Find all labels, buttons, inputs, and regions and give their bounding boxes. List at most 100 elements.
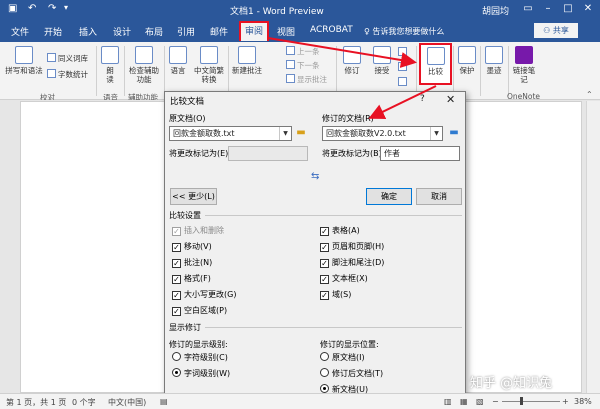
document-page[interactable] <box>452 101 582 393</box>
document-page[interactable] <box>20 101 172 393</box>
reject-icon <box>398 47 407 56</box>
setting-checkbox-right-3[interactable]: ✓ 文本框(X) <box>320 273 368 284</box>
thesaurus-button[interactable]: 同义词库 <box>47 53 88 64</box>
setting-checkbox-left-3[interactable]: ✓ 格式(F) <box>172 273 211 284</box>
location-radio-1[interactable]: 修订后文档(T) <box>320 368 383 379</box>
page-count[interactable]: 第 1 页，共 1 页 <box>6 397 66 408</box>
level-radio-0[interactable]: 字符级别(C) <box>172 352 228 363</box>
tab-references[interactable]: 引用 <box>177 25 195 38</box>
show-comments-icon <box>286 74 295 83</box>
prev-change-button[interactable] <box>398 62 409 72</box>
ribbon-display-icon[interactable]: ▭ <box>520 2 536 16</box>
tab-insert[interactable]: 插入 <box>79 25 97 38</box>
qat-dropdown-icon[interactable]: ▾ <box>64 3 68 12</box>
maximize-icon[interactable]: □ <box>560 2 576 16</box>
linked-notes-button[interactable]: 链接笔记 <box>510 46 538 84</box>
collapse-ribbon-icon[interactable]: ⌃ <box>586 90 593 99</box>
less-button[interactable]: << 更少(L) <box>170 188 217 205</box>
zoom-slider-thumb[interactable] <box>520 397 523 405</box>
redo-icon[interactable]: ↷ <box>48 3 56 14</box>
setting-checkbox-left-0[interactable]: ✓ 插入和删除 <box>172 225 224 236</box>
share-button[interactable]: ⚇ 共享 <box>534 23 578 38</box>
tab-mailings[interactable]: 邮件 <box>210 25 228 38</box>
reject-button[interactable] <box>398 47 409 57</box>
compare-label: 比较 <box>428 67 443 76</box>
ok-button[interactable]: 确定 <box>366 188 412 205</box>
read-mode-icon[interactable]: ▥ <box>444 397 452 406</box>
zoom-out-icon[interactable]: − <box>492 397 499 406</box>
check-accessibility-button[interactable]: 检查辅助功能 <box>127 46 161 84</box>
show-comments-button[interactable]: 显示批注 <box>286 74 327 85</box>
protect-button[interactable]: 保护 <box>455 46 479 75</box>
tab-file[interactable]: 文件 <box>11 25 29 38</box>
revised-document-value: 回款金额取数V2.0.txt <box>326 129 406 138</box>
tab-review[interactable]: 审阅 <box>239 21 269 41</box>
tab-acrobat[interactable]: ACROBAT <box>310 25 353 35</box>
web-layout-icon[interactable]: ▧ <box>476 397 484 406</box>
original-document-combo[interactable]: 回款金额取数.txt ▼ <box>169 126 292 141</box>
zoom-level[interactable]: 38% <box>574 397 592 406</box>
read-aloud-button[interactable]: 朗读 <box>99 46 121 84</box>
setting-checkbox-right-0[interactable]: ✓ 表格(A) <box>320 225 360 236</box>
conversion-icon <box>200 46 218 64</box>
language-status[interactable]: 中文(中国) <box>108 397 146 408</box>
setting-checkbox-left-2[interactable]: ✓ 批注(N) <box>172 257 212 268</box>
checkbox-icon: ✓ <box>320 243 329 252</box>
setting-checkbox-left-4[interactable]: ✓ 大小写更改(G) <box>172 289 236 300</box>
tab-layout[interactable]: 布局 <box>145 25 163 38</box>
check-accessibility-label: 检查辅助功能 <box>129 66 159 84</box>
tab-view[interactable]: 视图 <box>277 25 295 38</box>
radio-icon <box>172 352 181 361</box>
undo-icon[interactable]: ↶ <box>28 3 36 14</box>
prev-comment-button[interactable]: 上一条 <box>286 46 320 57</box>
language-button[interactable]: 语言 <box>166 46 190 75</box>
level-radio-1[interactable]: 字词级别(W) <box>172 368 230 379</box>
print-layout-icon[interactable]: ▦ <box>460 397 468 406</box>
next-comment-button[interactable]: 下一条 <box>286 60 320 71</box>
close-icon[interactable]: ✕ <box>446 93 455 106</box>
revised-document-combo[interactable]: 回款金额取数V2.0.txt ▼ <box>322 126 443 141</box>
zoom-in-icon[interactable]: + <box>562 397 569 406</box>
revised-document-label: 修订的文档(R) <box>322 114 374 123</box>
ink-button[interactable]: 墨迹 <box>482 46 506 75</box>
chinese-conversion-button[interactable]: 中文简繁转换 <box>192 46 226 84</box>
zoom-slider[interactable] <box>502 401 560 402</box>
track-changes-button[interactable]: 修订 <box>340 46 364 75</box>
chevron-down-icon[interactable]: ▼ <box>279 127 291 140</box>
original-mark-input[interactable] <box>228 146 308 161</box>
word-count[interactable]: 0 个字 <box>72 397 96 408</box>
next-change-button[interactable] <box>398 77 409 87</box>
new-comment-button[interactable]: 新建批注 <box>230 46 264 75</box>
compare-button[interactable]: 比较 <box>419 43 452 85</box>
browse-folder-icon[interactable]: ▬ <box>447 127 461 140</box>
language-label: 语言 <box>170 66 186 75</box>
setting-checkbox-right-1[interactable]: ✓ 页眉和页脚(H) <box>320 241 384 252</box>
minimize-icon[interactable]: – <box>540 2 556 16</box>
setting-label: 页眉和页脚(H) <box>332 242 385 251</box>
tab-home[interactable]: 开始 <box>44 25 62 38</box>
tab-design[interactable]: 设计 <box>113 25 131 38</box>
cancel-button[interactable]: 取消 <box>416 188 462 205</box>
location-label: 原文档(I) <box>332 353 365 362</box>
chevron-down-icon[interactable]: ▼ <box>430 127 442 140</box>
location-radio-2[interactable]: 新文档(U) <box>320 384 368 395</box>
browse-folder-icon[interactable]: ▬ <box>294 127 308 140</box>
setting-checkbox-left-1[interactable]: ✓ 移动(V) <box>172 241 212 252</box>
help-icon[interactable]: ? <box>420 94 425 104</box>
spelling-grammar-button[interactable]: 拼写和语法 <box>4 46 44 75</box>
user-name[interactable]: 胡园均 <box>482 4 509 17</box>
accept-label: 接受 <box>374 66 390 75</box>
word-count-button[interactable]: 字数统计 <box>47 69 88 80</box>
close-icon[interactable]: ✕ <box>580 2 596 16</box>
save-icon[interactable]: ▣ <box>8 3 17 14</box>
macro-icon[interactable]: ▤ <box>160 397 168 406</box>
tell-me-search[interactable]: ♀ 告诉我您想要做什么 <box>364 26 444 37</box>
setting-checkbox-left-5[interactable]: ✓ 空白区域(P) <box>172 305 227 316</box>
vertical-scrollbar[interactable] <box>586 101 600 393</box>
setting-checkbox-right-4[interactable]: ✓ 域(S) <box>320 289 351 300</box>
accept-button[interactable]: 接受 <box>370 46 394 75</box>
setting-checkbox-right-2[interactable]: ✓ 脚注和尾注(D) <box>320 257 384 268</box>
location-radio-0[interactable]: 原文档(I) <box>320 352 365 363</box>
swap-documents-icon[interactable]: ⇆ <box>311 171 319 182</box>
revised-mark-input[interactable]: 作者 <box>380 146 460 161</box>
